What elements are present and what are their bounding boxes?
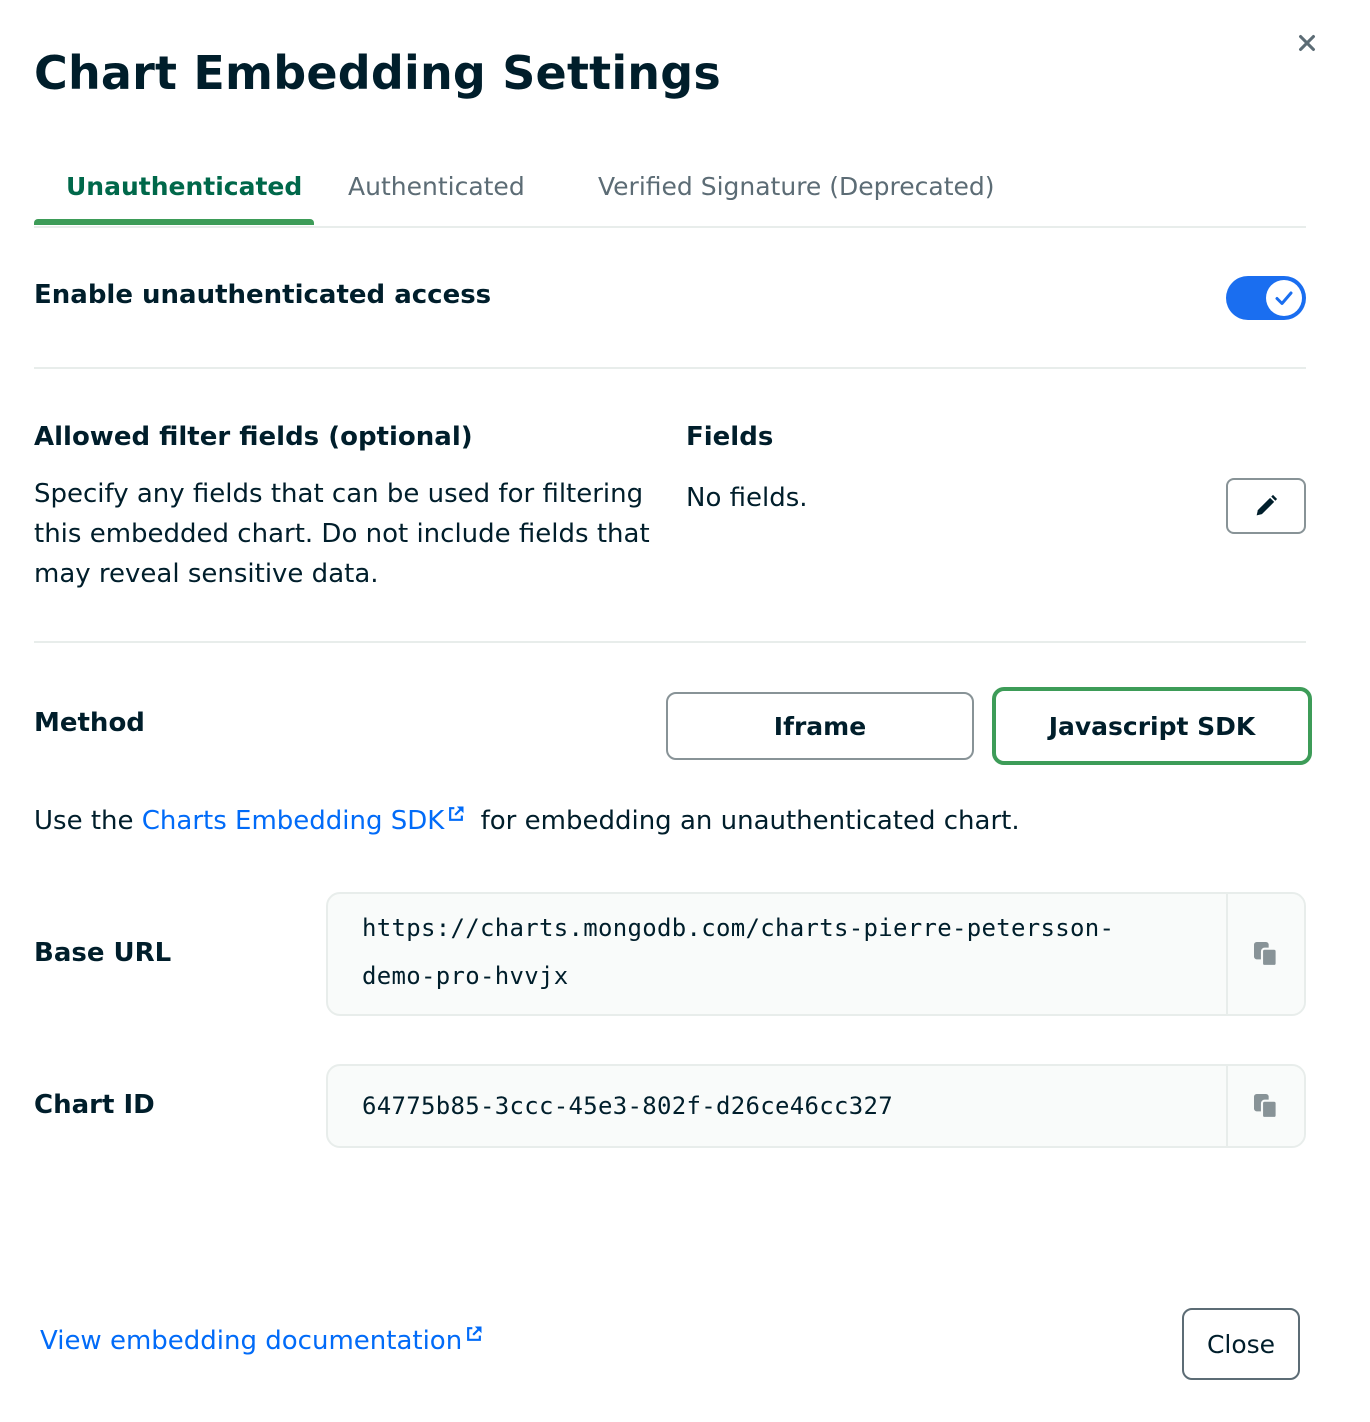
sdk-note: Use the Charts Embedding SDK for embeddi… — [34, 806, 1020, 836]
tab-verified-signature[interactable]: Verified Signature (Deprecated) — [598, 172, 995, 201]
close-icon[interactable] — [1292, 28, 1322, 58]
external-link-icon — [467, 1326, 482, 1341]
dialog-title: Chart Embedding Settings — [34, 46, 721, 100]
filter-fields-heading: Allowed filter fields (optional) — [34, 422, 473, 452]
divider — [34, 367, 1306, 369]
copy-base-url-button[interactable] — [1226, 894, 1304, 1014]
copy-icon — [1254, 1094, 1278, 1120]
copy-icon — [1254, 942, 1278, 968]
method-label: Method — [34, 708, 145, 738]
tab-bar: Unauthenticated Authenticated Verified S… — [34, 160, 1306, 228]
method-iframe-button[interactable]: Iframe — [666, 692, 974, 760]
fields-value: No fields. — [686, 483, 808, 513]
embedding-settings-dialog: Chart Embedding Settings Unauthenticated… — [0, 0, 1370, 1422]
doc-link-text[interactable]: View embedding documentation — [40, 1326, 462, 1356]
checkmark-icon — [1266, 280, 1302, 316]
divider — [34, 641, 1306, 643]
filter-fields-description: Specify any fields that can be used for … — [34, 479, 650, 589]
external-link-icon — [449, 806, 464, 821]
chart-id-field[interactable]: 64775b85-3ccc-45e3-802f-d26ce46cc327 — [326, 1064, 1306, 1148]
base-url-label: Base URL — [34, 938, 172, 968]
chart-id-label: Chart ID — [34, 1090, 155, 1120]
chart-id-value: 64775b85-3ccc-45e3-802f-d26ce46cc327 — [362, 1092, 893, 1120]
view-documentation-link[interactable]: View embedding documentation — [40, 1326, 484, 1356]
base-url-line-1: https://charts.mongodb.com/charts-pierre… — [362, 914, 1115, 942]
sdk-note-prefix: Use the — [34, 806, 134, 836]
method-javascript-sdk-button[interactable]: Javascript SDK — [992, 687, 1312, 765]
copy-chart-id-button[interactable] — [1226, 1066, 1304, 1146]
edit-fields-button[interactable] — [1226, 478, 1306, 534]
tab-authenticated[interactable]: Authenticated — [348, 172, 525, 201]
active-tab-indicator — [34, 219, 314, 225]
access-toggle[interactable] — [1226, 276, 1306, 320]
access-toggle-label: Enable unauthenticated access — [34, 280, 492, 310]
close-button[interactable]: Close — [1182, 1308, 1300, 1380]
sdk-note-suffix: for embedding an unauthenticated chart. — [480, 806, 1020, 836]
charts-embedding-sdk-link[interactable]: Charts Embedding SDK — [142, 806, 467, 836]
base-url-field[interactable]: https://charts.mongodb.com/charts-pierre… — [326, 892, 1306, 1016]
sdk-link-text[interactable]: Charts Embedding SDK — [142, 806, 445, 836]
base-url-line-2: demo-pro-hvvjx — [362, 962, 569, 990]
fields-heading: Fields — [686, 422, 774, 452]
tab-unauthenticated[interactable]: Unauthenticated — [66, 172, 302, 201]
pencil-icon — [1256, 494, 1278, 516]
